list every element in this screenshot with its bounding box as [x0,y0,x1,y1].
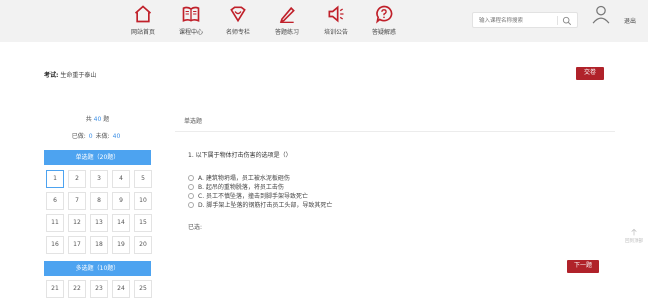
group-header-multiple-choice[interactable]: 多选题（10题） [44,261,151,276]
radio-button[interactable] [188,202,194,208]
question-number-cell[interactable]: 23 [90,280,108,298]
option-b[interactable]: B. 起吊的重物脱落，将员工击伤 [188,182,332,191]
home-icon [134,5,152,23]
option-label: D. 脚手架上坠落的钢筋打击员工头部，导致其死亡 [198,202,333,209]
nav-item-label: 答题练习 [274,29,299,36]
question-number-cell[interactable]: 13 [90,214,108,232]
nav-item-label: 课程中心 [178,29,203,36]
nav-item-qa[interactable]: 答疑解惑 [362,4,406,40]
selected-answer-label: 已选: [188,224,203,231]
total-prefix: 共 [85,116,92,123]
radio-button[interactable] [188,184,194,190]
exam-title: 考试: 生命重于泰山 [44,70,96,79]
search-icon[interactable] [562,16,572,26]
book-icon [182,6,200,22]
group-header-single-choice[interactable]: 单选题（20题） [44,150,151,165]
option-label: B. 起吊的重物脱落，将员工击伤 [198,184,284,191]
answer-options: A. 建筑物坍塌，员工被水泥板砸伤 B. 起吊的重物脱落，将员工击伤 C. 员工… [188,173,332,209]
heart-icon [230,6,246,23]
search-box [472,12,578,28]
back-to-top-label: 回到顶部 [625,239,643,244]
nav-item-courses[interactable]: 课程中心 [169,4,213,40]
question-number-cell[interactable]: 11 [46,214,64,232]
radio-button[interactable] [188,175,194,181]
question-number-cell[interactable]: 2 [68,170,86,188]
question-number-cell[interactable]: 4 [112,170,130,188]
question-number-cell[interactable]: 6 [46,192,64,210]
todo-label: 未做: [95,133,110,140]
done-label: 已做: [71,133,86,140]
answer-stats: 已做: 0 未做: 40 [44,131,151,140]
user-avatar-icon[interactable] [591,4,611,24]
question-number-cell[interactable]: 21 [46,280,64,298]
pencil-icon [279,6,295,23]
question-number-cell[interactable]: 22 [68,280,86,298]
question-number-cell[interactable]: 25 [134,280,152,298]
nav-item-home[interactable]: 网站首页 [121,4,165,40]
top-navigation-bar: 网站首页 课程中心 名师专栏 答题练习 培训公告 答疑解惑 退出 [0,0,648,42]
question-number-cell[interactable]: 12 [68,214,86,232]
question-number-cell[interactable]: 20 [134,236,152,254]
option-a[interactable]: A. 建筑物坍塌，员工被水泥板砸伤 [188,173,332,182]
section-divider [175,131,615,132]
next-question-button[interactable]: 下一题 [567,260,599,273]
question-number-cell[interactable]: 8 [90,192,108,210]
submit-exam-button[interactable]: 交卷 [576,67,604,80]
exam-label: 考试: [44,72,59,79]
question-number-cell[interactable]: 7 [68,192,86,210]
question-number-cell[interactable]: 19 [112,236,130,254]
nav-item-announcements[interactable]: 培训公告 [314,4,358,40]
section-title: 单选题 [184,118,203,125]
question-number-cell[interactable]: 5 [134,170,152,188]
question-number-cell[interactable]: 15 [134,214,152,232]
nav-item-label: 名师专栏 [225,29,250,36]
question-number-cell[interactable]: 24 [112,280,130,298]
question-number-cell[interactable]: 17 [68,236,86,254]
question-total: 共 40 题 [44,114,151,123]
option-label: C. 员工不慎坠落，撞击到脚手架导致死亡 [198,193,309,200]
logout-link[interactable]: 退出 [624,16,636,25]
question-grid-single-choice: 1 2 3 4 5 6 7 8 9 10 11 12 13 14 15 16 17 18 19 20 [44,170,152,258]
total-suffix: 题 [103,116,110,123]
done-count: 0 [88,133,93,140]
search-input[interactable] [479,15,553,26]
question-number-cell[interactable]: 9 [112,192,130,210]
option-d[interactable]: D. 脚手架上坠落的钢筋打击员工头部，导致其死亡 [188,200,332,209]
question-number-cell[interactable]: 18 [90,236,108,254]
nav-item-label: 培训公告 [323,29,348,36]
todo-count: 40 [112,133,121,140]
option-c[interactable]: C. 员工不慎坠落，撞击到脚手架导致死亡 [188,191,332,200]
question-number-cell[interactable]: 3 [90,170,108,188]
nav-item-practice[interactable]: 答题练习 [265,4,309,40]
radio-button[interactable] [188,193,194,199]
question-grid-multiple-choice: 21 22 23 24 25 [44,280,152,300]
exam-name: 生命重于泰山 [60,72,97,79]
arrow-up-icon [631,228,637,236]
option-label: A. 建筑物坍塌，员工被水泥板砸伤 [198,175,290,182]
nav-item-teachers[interactable]: 名师专栏 [216,4,260,40]
question-text: 1. 以下属于物体打击伤害的选项是（） [188,152,292,159]
total-count: 40 [93,116,102,123]
nav-item-label: 网站首页 [130,29,155,36]
question-number-cell[interactable]: 14 [112,214,130,232]
question-number-cell[interactable]: 16 [46,236,64,254]
question-number-cell[interactable]: 1 [46,170,64,188]
nav-item-label: 答疑解惑 [371,29,396,36]
question-number-cell[interactable]: 10 [134,192,152,210]
megaphone-icon [328,5,344,23]
question-icon [376,5,393,24]
back-to-top-button[interactable]: 回到顶部 [624,228,644,248]
search-divider [557,16,558,25]
